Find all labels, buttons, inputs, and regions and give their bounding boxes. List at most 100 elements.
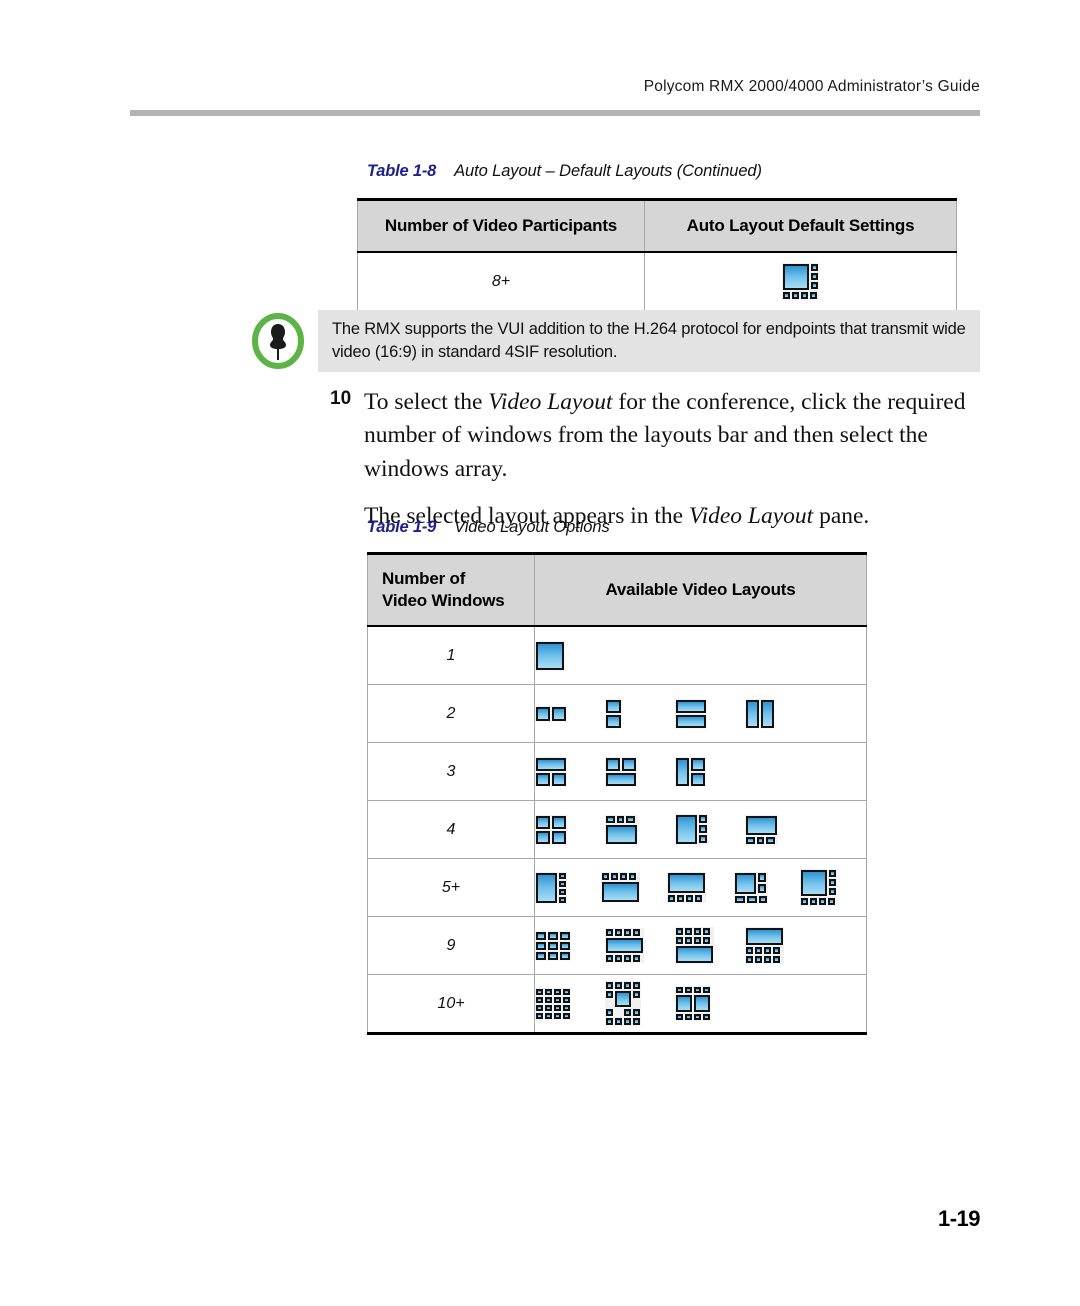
layout-icon-large-three-right-four-bottom[interactable] xyxy=(799,869,837,906)
layout-slot[interactable] xyxy=(745,927,815,964)
table-1-8-header-row: Number of Video Participants Auto Layout… xyxy=(357,198,957,253)
layout-slot[interactable] xyxy=(535,814,605,845)
layout-icon-two-side-by-side-tall[interactable] xyxy=(745,698,775,729)
table-1-8-header-settings: Auto Layout Default Settings xyxy=(644,198,957,253)
row-label-windows: 2 xyxy=(367,684,535,743)
layout-slot[interactable] xyxy=(605,756,675,787)
row-label-windows: 9 xyxy=(367,916,535,975)
table-1-9-caption: Table 1-9 Video Layout Options xyxy=(367,518,610,537)
table-1-8-caption: Table 1-8 Auto Layout – Default Layouts (… xyxy=(367,162,762,181)
table-1-9-header-row: Number of Video Windows Available Video … xyxy=(367,552,867,627)
layout-slot[interactable] xyxy=(535,987,605,1020)
row-label-windows: 3 xyxy=(367,742,535,801)
step-body: To select the Video Layout for the confe… xyxy=(364,386,970,486)
table-row: 3 xyxy=(367,742,867,801)
row-layouts xyxy=(534,742,867,801)
table-1-9-header-windows: Number of Video Windows xyxy=(367,552,535,627)
table-1-9-header-windows-line1: Number of xyxy=(382,569,466,589)
table-1-9-caption-text: Video Layout Options xyxy=(454,518,610,536)
layout-slot[interactable] xyxy=(667,872,733,903)
layout-icon-four-top-large-bottom[interactable] xyxy=(601,872,641,903)
row-label-windows: 1 xyxy=(367,625,535,685)
row-layouts xyxy=(534,625,867,685)
layout-slot[interactable] xyxy=(745,698,815,729)
step-10: 10 To select the Video Layout for the co… xyxy=(330,386,970,533)
table-1-8: Number of Video Participants Auto Layout… xyxy=(357,198,957,313)
table-1-8-cell-participants: 8+ xyxy=(357,251,645,313)
table-row: 1 xyxy=(367,625,867,685)
layout-icon-eight-top-large-bottom[interactable] xyxy=(675,927,714,964)
table-1-9-caption-label: Table 1-9 xyxy=(367,518,437,536)
layout-icon-large-two-right-three-bottom[interactable] xyxy=(733,871,768,904)
layout-slot[interactable] xyxy=(535,930,605,961)
table-row: 5+ xyxy=(367,858,867,917)
layout-slot[interactable] xyxy=(745,814,815,845)
row-layouts xyxy=(534,858,867,917)
table-row: 10+ xyxy=(367,974,867,1035)
table-1-9-header-windows-line2: Video Windows xyxy=(382,591,505,610)
running-head: Polycom RMX 2000/4000 Administrator’s Gu… xyxy=(643,78,980,95)
layout-icon-tall-left-two-right[interactable] xyxy=(675,756,706,787)
layout-icon-two-center-surround[interactable] xyxy=(675,986,711,1021)
layout-slot[interactable] xyxy=(535,705,605,722)
row-layouts xyxy=(534,800,867,859)
table-row: 4 xyxy=(367,800,867,859)
layout-icon-wide-top-two-bottom[interactable] xyxy=(535,756,567,787)
layout-slot[interactable] xyxy=(535,640,605,671)
table-1-8-cell-layout xyxy=(644,251,957,313)
layout-icon-two-stacked-wide[interactable] xyxy=(675,698,707,729)
layout-icon-grid-2x2[interactable] xyxy=(535,814,567,845)
table-row: 8+ xyxy=(357,251,957,313)
layout-icon-large-left-three-right[interactable] xyxy=(675,814,708,845)
table-1-8-header-participants: Number of Video Participants xyxy=(357,198,645,253)
layout-slot[interactable] xyxy=(605,698,675,729)
layout-icon-four-top-large-mid-four-bottom[interactable] xyxy=(605,928,644,963)
layout-slot[interactable] xyxy=(605,814,675,845)
layout-icon-two-top-wide-bottom[interactable] xyxy=(605,756,637,787)
layout-slot[interactable] xyxy=(601,872,667,903)
layout-slot[interactable] xyxy=(535,871,601,904)
row-layouts xyxy=(534,974,867,1035)
step-emphasis-video-layout: Video Layout xyxy=(488,389,613,415)
row-layouts xyxy=(534,916,867,975)
layout-icon-grid-4x4[interactable] xyxy=(535,987,571,1020)
layout-slot[interactable] xyxy=(675,698,745,729)
table-row: 2 xyxy=(367,684,867,743)
layout-slot[interactable] xyxy=(733,871,800,904)
row-label-windows: 5+ xyxy=(367,858,535,917)
page-number: 1-19 xyxy=(937,1206,981,1231)
layout-slot[interactable] xyxy=(605,981,675,1026)
layout-icon-grid-3x3[interactable] xyxy=(535,930,571,961)
layout-slot[interactable] xyxy=(799,869,866,906)
note-callout: The RMX supports the VUI addition to the… xyxy=(318,310,980,372)
note-text: The RMX supports the VUI addition to the… xyxy=(332,320,966,362)
step-text-part1: To select the xyxy=(364,389,489,415)
table-1-9-header-layouts: Available Video Layouts xyxy=(534,552,867,627)
layout-icon-large-top-four-bottom[interactable] xyxy=(667,872,707,903)
table-1-8-caption-text: Auto Layout – Default Layouts (Continued… xyxy=(454,162,762,180)
row-label-windows: 10+ xyxy=(367,974,535,1035)
layout-icon-large-left-3-right-4-bottom xyxy=(782,263,819,300)
layout-slot[interactable] xyxy=(605,928,675,963)
layout-slot[interactable] xyxy=(675,756,745,787)
table-1-9: Number of Video Windows Available Video … xyxy=(367,552,867,1035)
layout-icon-two-side-by-side-squares[interactable] xyxy=(535,705,567,722)
layout-icon-large-top-eight-bottom[interactable] xyxy=(745,927,784,964)
layout-icon-large-top-three-bottom[interactable] xyxy=(745,814,778,845)
row-label-windows: 4 xyxy=(367,800,535,859)
layout-slot[interactable] xyxy=(675,927,745,964)
pushpin-icon xyxy=(250,312,306,370)
layout-icon-three-small-top-large-bottom[interactable] xyxy=(605,814,638,845)
layout-icon-two-stacked-squares[interactable] xyxy=(605,698,622,729)
layout-slot[interactable] xyxy=(675,986,745,1021)
step-follow-emphasis: Video Layout xyxy=(688,503,814,530)
row-layouts xyxy=(534,684,867,743)
table-1-8-caption-label: Table 1-8 xyxy=(367,162,437,180)
layout-icon-large-left-four-right[interactable] xyxy=(535,871,567,904)
layout-icon-single-full[interactable] xyxy=(535,640,565,671)
layout-icon-large-center-surround[interactable] xyxy=(605,981,641,1026)
step-number: 10 xyxy=(330,388,352,409)
layout-slot[interactable] xyxy=(535,756,605,787)
step-follow-part2: pane. xyxy=(813,503,870,530)
layout-slot[interactable] xyxy=(675,814,745,845)
